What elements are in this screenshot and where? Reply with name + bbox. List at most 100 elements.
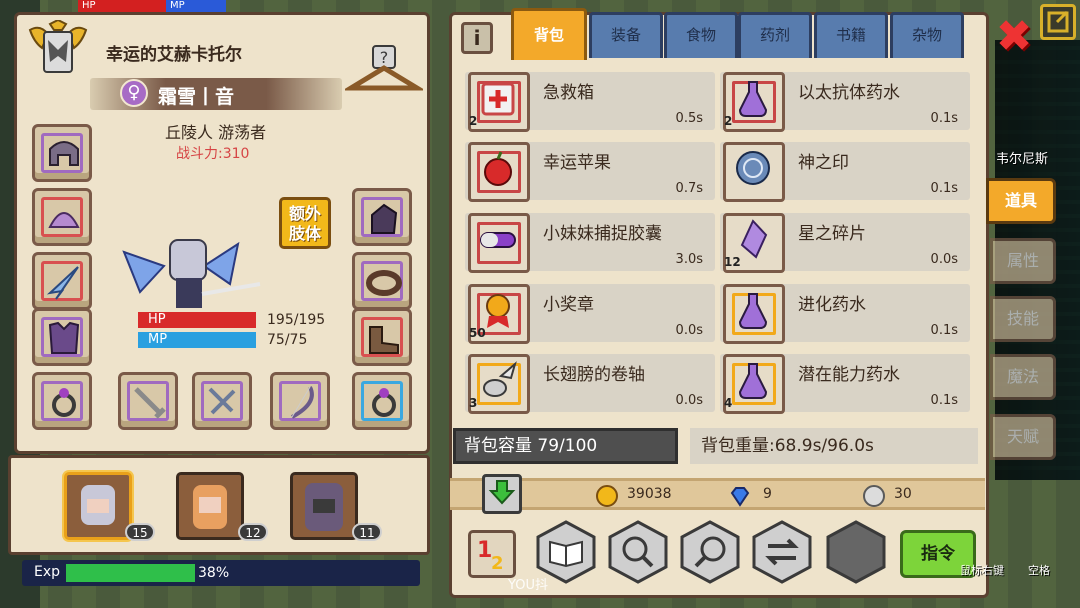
item-use-time: 0.1s (930, 323, 958, 338)
party-member-2-level: 12 (238, 523, 268, 541)
wardrobe-hanger-icon[interactable]: ? (345, 42, 423, 100)
hp-label: HP (148, 312, 166, 327)
space-hint: 空格 (1028, 564, 1050, 577)
potion-icon (738, 81, 768, 117)
item-name: 幸运苹果 (543, 153, 611, 173)
potion-icon (738, 293, 768, 329)
tab-5[interactable]: 杂物 (890, 12, 964, 58)
armor-slot[interactable] (32, 308, 92, 366)
item-use-time: 0.0s (675, 393, 703, 408)
exit-icon (1047, 10, 1069, 33)
item-name: 长翅膀的卷轴 (543, 365, 645, 385)
weapon-slot-2[interactable] (192, 372, 252, 430)
party-member-3[interactable] (290, 472, 358, 540)
hp-bar: HP (138, 312, 256, 328)
bow-icon (291, 386, 314, 419)
hero-name: 幸运的艾赫卡托尔 (106, 45, 242, 65)
empty-action-slot[interactable] (826, 520, 886, 584)
female-icon: ♀ (120, 79, 148, 107)
gold-amount: 39038 (627, 486, 672, 502)
weapon-slot-3[interactable] (270, 372, 330, 430)
watermark: YOU抖 (508, 578, 548, 593)
belt-icon (366, 270, 402, 296)
party-member-2[interactable] (176, 472, 244, 540)
crystal-icon (740, 219, 768, 259)
inspect-action-button[interactable] (680, 520, 740, 584)
tab-1[interactable]: 装备 (589, 12, 663, 58)
race-class: 丘陵人 游荡者 (165, 123, 267, 142)
tab-4[interactable]: 书籍 (814, 12, 888, 58)
inventory-item[interactable]: 神之印 0.1s (720, 142, 970, 202)
seal-icon (736, 151, 770, 185)
item-quantity: 2 (469, 114, 478, 128)
svg-text:2: 2 (491, 553, 504, 574)
shell-armor-icon (48, 212, 80, 228)
combat-power: 战斗力:310 (176, 146, 250, 162)
item-name: 以太抗体药水 (798, 83, 900, 103)
item-name: 进化药水 (798, 295, 866, 315)
ring-slot-1[interactable] (32, 372, 92, 430)
item-use-time: 0.7s (675, 181, 703, 196)
swap-action-button[interactable] (752, 520, 812, 584)
item-name: 小奖章 (543, 295, 594, 315)
hp-value: 195/195 (267, 312, 326, 328)
item-use-time: 0.1s (930, 111, 958, 126)
info-button[interactable]: i (461, 22, 493, 54)
character-sprite (122, 239, 261, 308)
boots-slot[interactable] (352, 308, 412, 366)
sword-icon (134, 387, 166, 419)
apple-icon (484, 151, 512, 186)
gem-icon (730, 487, 750, 507)
exp-label: Exp (34, 564, 61, 580)
item-name: 急救箱 (543, 83, 594, 103)
close-icon[interactable]: ✖ (994, 15, 1034, 59)
gloves-slot[interactable] (352, 188, 412, 246)
helmet-slot[interactable] (32, 124, 92, 182)
inventory-item[interactable]: 50 小奖章 0.0s (465, 284, 715, 344)
tab-0[interactable]: 背包 (511, 8, 587, 60)
search-action-button[interactable] (608, 520, 668, 584)
item-use-time: 0.0s (675, 323, 703, 338)
party-swap-button[interactable]: 12 (468, 530, 516, 578)
cape-slot[interactable] (32, 252, 92, 310)
capsule-icon (480, 232, 516, 248)
sort-button[interactable] (482, 474, 522, 514)
hud-hp-bar: HP (78, 0, 166, 12)
ring-icon (52, 388, 76, 417)
weapon-slot-1[interactable] (118, 372, 178, 430)
dagger-icon (208, 387, 236, 415)
party-member-1-level: 15 (125, 523, 155, 541)
ring-slot-2[interactable] (352, 372, 412, 430)
item-quantity: 2 (724, 114, 733, 128)
potion-icon (738, 363, 768, 399)
exit-button[interactable] (1040, 4, 1076, 40)
party-member-1[interactable] (64, 472, 132, 540)
inventory-item[interactable]: 进化药水 0.1s (720, 284, 970, 344)
inventory-item[interactable]: 小妹妹捕捉胶囊 3.0s (465, 213, 715, 273)
side-tab-4[interactable]: 天赋 (990, 414, 1056, 460)
gauntlet-icon (371, 203, 398, 234)
inventory-item[interactable]: 4 潜在能力药水 0.1s (720, 354, 970, 414)
tab-3[interactable]: 药剂 (738, 12, 812, 58)
side-tab-2[interactable]: 技能 (990, 296, 1056, 342)
item-name: 神之印 (798, 153, 849, 173)
belt-slot[interactable] (352, 252, 412, 310)
inventory-item[interactable]: 2 急救箱 0.5s (465, 72, 715, 132)
side-tab-0[interactable]: 道具 (986, 178, 1056, 224)
bag-weight: 背包重量:68.9s/96.0s (690, 428, 978, 464)
tab-2[interactable]: 食物 (664, 12, 738, 58)
inventory-item[interactable]: 12 星之碎片 0.0s (720, 213, 970, 273)
side-tab-1[interactable]: 属性 (990, 238, 1056, 284)
gem-amount: 9 (763, 486, 772, 502)
hud-mp-bar: MP (166, 0, 226, 12)
extra-limb-button[interactable]: 额外 肢体 (279, 197, 331, 249)
item-name: 小妹妹捕捉胶囊 (543, 224, 662, 244)
inventory-item[interactable]: 3 长翅膀的卷轴 0.0s (465, 354, 715, 414)
info-icon: i (473, 26, 481, 50)
silver-amount: 30 (894, 486, 912, 502)
shoulder-slot[interactable] (32, 188, 92, 246)
inventory-item[interactable]: 2 以太抗体药水 0.1s (720, 72, 970, 132)
side-tab-3[interactable]: 魔法 (990, 354, 1056, 400)
inventory-item[interactable]: 幸运苹果 0.7s (465, 142, 715, 202)
right-click-hint: 鼠标右键 (960, 564, 1004, 577)
